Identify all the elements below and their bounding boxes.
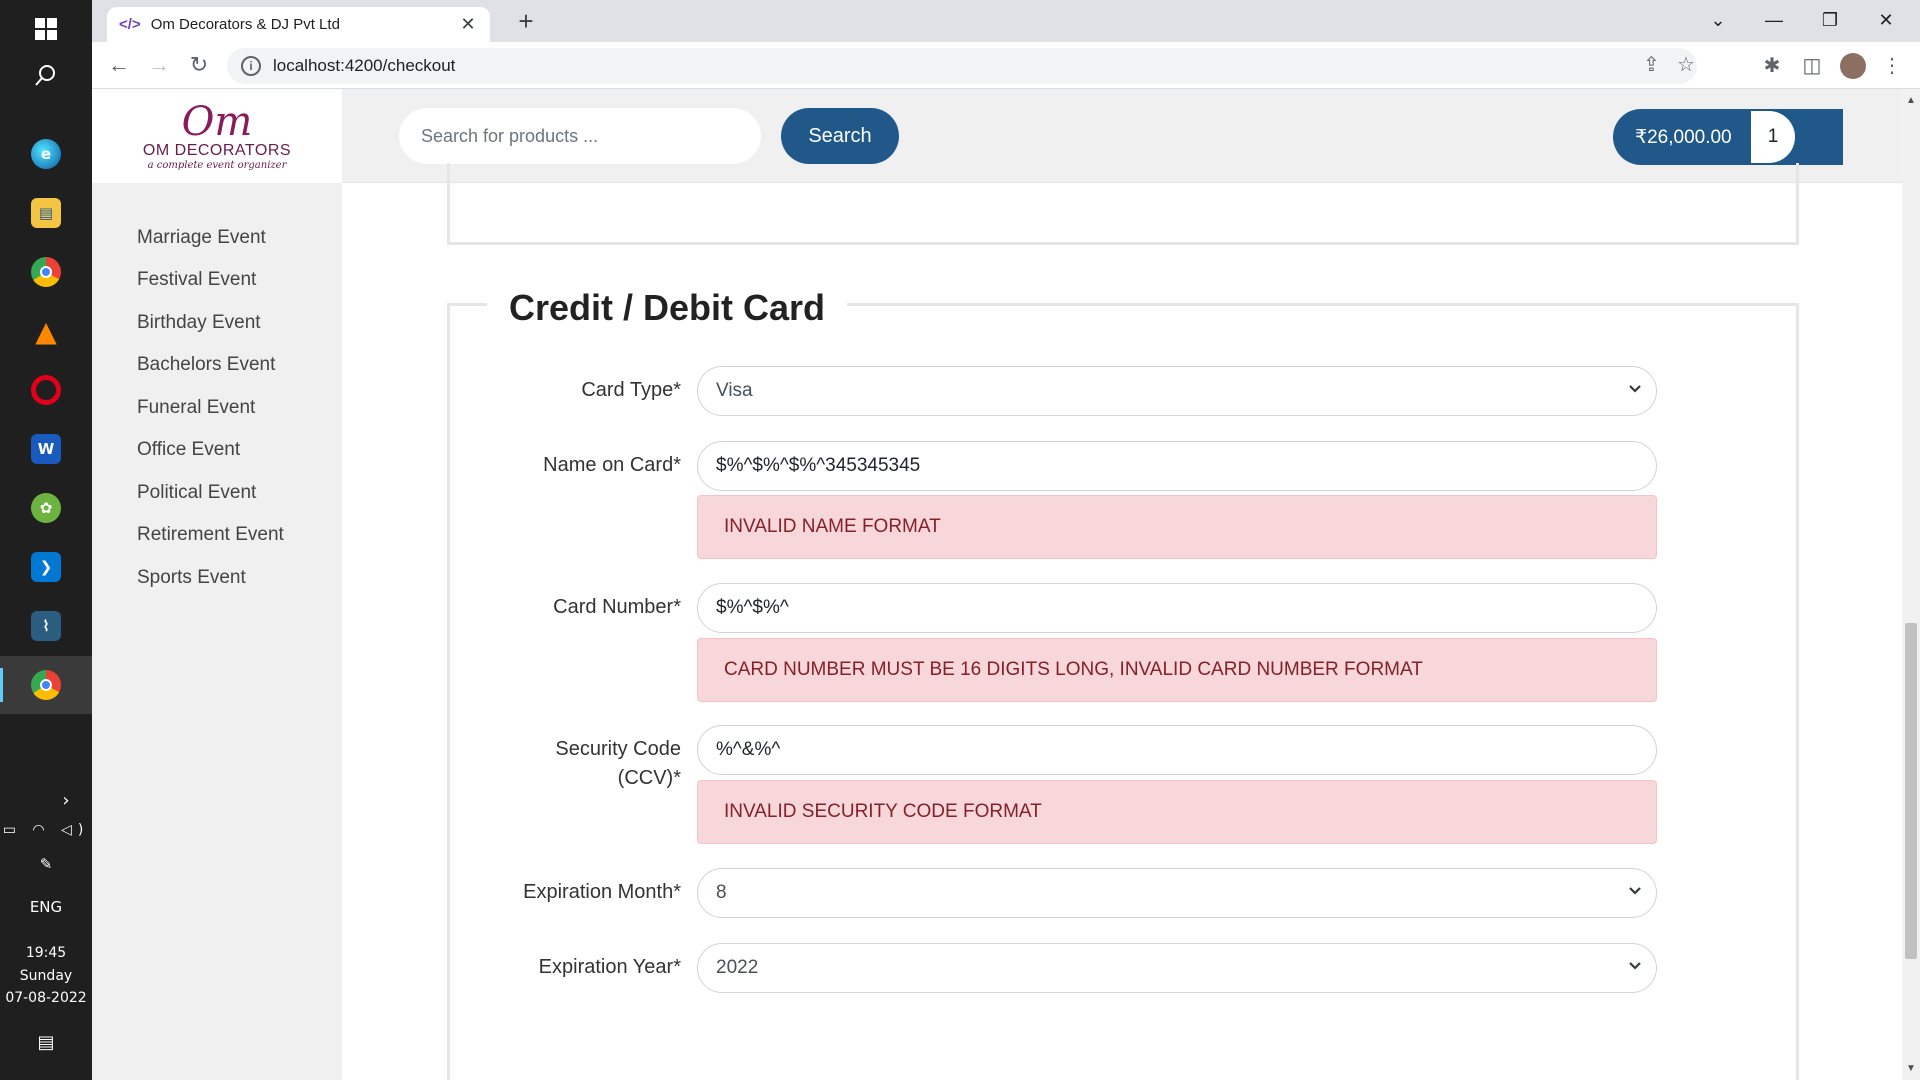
- sidebar-item-birthday-event[interactable]: Birthday Event: [137, 312, 261, 334]
- sidebar-item-marriage-event[interactable]: Marriage Event: [137, 227, 266, 249]
- expiration-month-select[interactable]: 8: [697, 868, 1657, 918]
- share-icon[interactable]: ⇪: [1643, 52, 1660, 77]
- name-on-card-input[interactable]: $%^$%^$%^345345345: [697, 441, 1657, 491]
- scroll-down-icon[interactable]: ▼: [1902, 1063, 1920, 1074]
- card-type-select[interactable]: Visa: [697, 366, 1657, 416]
- category-sidebar: Marriage Event Festival Event Birthday E…: [92, 183, 342, 1080]
- file-explorer-icon[interactable]: ▤: [0, 184, 92, 242]
- browser-chrome: </> Om Decorators & DJ Pvt Ltd ✕ + ⌄ — ❐…: [92, 0, 1920, 89]
- sidebar-item-bachelors-event[interactable]: Bachelors Event: [137, 354, 275, 376]
- sidebar-item-retirement-event[interactable]: Retirement Event: [137, 524, 284, 546]
- chevron-down-icon: [1629, 887, 1641, 895]
- new-tab-icon[interactable]: +: [510, 6, 542, 38]
- product-search-input[interactable]: Search for products ...: [399, 108, 761, 164]
- security-code-value: %^&%^: [716, 739, 781, 760]
- expiration-year-select[interactable]: 2022: [697, 943, 1657, 993]
- page-viewport: Om OM DECORATORS a complete event organi…: [92, 89, 1902, 1080]
- word-icon[interactable]: W: [0, 420, 92, 478]
- site-logo[interactable]: Om OM DECORATORS a complete event organi…: [92, 89, 342, 183]
- close-window-icon[interactable]: ✕: [1858, 0, 1914, 40]
- scroll-up-icon[interactable]: ▲: [1902, 95, 1920, 106]
- card-type-label: Card Type*: [581, 379, 681, 401]
- cart-summary[interactable]: ₹26,000.00 1: [1613, 109, 1887, 165]
- sidebar-item-office-event[interactable]: Office Event: [137, 439, 240, 461]
- language-indicator[interactable]: ENG: [0, 898, 92, 916]
- pen-icon[interactable]: ✎: [0, 855, 92, 873]
- extensions-icon[interactable]: ✱: [1756, 50, 1788, 82]
- card-number-label: Card Number*: [553, 596, 681, 618]
- name-on-card-value: $%^$%^$%^345345345: [716, 455, 921, 476]
- name-error-alert: INVALID NAME FORMAT: [697, 495, 1657, 559]
- tray-status-icons[interactable]: ▭ ◠ ◁): [0, 822, 92, 838]
- search-button[interactable]: Search: [781, 108, 899, 164]
- logo-tagline: a complete event organizer: [147, 159, 287, 171]
- address-bar[interactable]: i localhost:4200/checkout ⇪ ☆: [227, 48, 1697, 84]
- windows-taskbar: e ▤ ▲ W ✿ ❯ ⌇ › ▭ ◠ ◁) ✎ ENG 19:45 Sunda…: [0, 0, 92, 1080]
- chevron-down-icon: [1629, 962, 1641, 970]
- previous-fieldset-border: [447, 163, 1799, 245]
- site-info-icon[interactable]: i: [241, 56, 261, 76]
- chrome-icon[interactable]: [0, 243, 92, 301]
- security-code-error-alert: INVALID SECURITY CODE FORMAT: [697, 780, 1657, 844]
- logo-monogram-icon: Om: [181, 98, 253, 145]
- card-number-error-alert: CARD NUMBER MUST BE 16 DIGITS LONG, INVA…: [697, 638, 1657, 702]
- tab-strip: </> Om Decorators & DJ Pvt Ltd ✕ + ⌄ — ❐…: [92, 0, 1920, 42]
- security-code-label-suffix: (CCV)*: [617, 767, 681, 789]
- scrollbar-thumb[interactable]: [1905, 623, 1917, 959]
- cart-total: ₹26,000.00: [1613, 109, 1843, 165]
- show-hidden-icons-chevron-icon[interactable]: ›: [0, 790, 92, 811]
- sidebar-item-sports-event[interactable]: Sports Event: [137, 567, 246, 589]
- vscode-icon[interactable]: ❯: [0, 538, 92, 596]
- edge-icon[interactable]: e: [0, 125, 92, 183]
- security-code-input[interactable]: %^&%^: [697, 725, 1657, 775]
- tab-title: Om Decorators & DJ Pvt Ltd: [150, 16, 340, 33]
- sidebar-item-funeral-event[interactable]: Funeral Event: [137, 397, 255, 419]
- expiration-month-label: Expiration Month*: [523, 881, 681, 903]
- taskbar-search-icon[interactable]: [0, 46, 92, 104]
- browser-toolbar: ← → ↻ i localhost:4200/checkout ⇪ ☆ ✱ ◫ …: [92, 42, 1920, 89]
- page-scrollbar[interactable]: ▲ ▼: [1902, 89, 1920, 1080]
- search-placeholder: Search for products ...: [421, 125, 599, 146]
- expiration-year-label: Expiration Year*: [538, 956, 681, 978]
- card-number-value: $%^$%^: [716, 597, 789, 618]
- card-number-input[interactable]: $%^$%^: [697, 583, 1657, 633]
- sidebar-item-festival-event[interactable]: Festival Event: [137, 269, 256, 291]
- expiration-year-value: 2022: [716, 957, 759, 978]
- clock-day: Sunday: [19, 968, 73, 984]
- bookmark-star-icon[interactable]: ☆: [1677, 52, 1695, 77]
- chevron-down-icon: [1629, 385, 1641, 393]
- checkout-main: Credit / Debit Card Card Type* Visa Name…: [342, 163, 1902, 1080]
- chrome-profile-icon[interactable]: [0, 656, 92, 714]
- profile-avatar[interactable]: [1840, 53, 1866, 79]
- security-code-label: Security Code: [555, 738, 681, 760]
- spring-icon[interactable]: ✿: [0, 479, 92, 537]
- code-favicon-icon: </>: [119, 16, 141, 33]
- card-section-title: Credit / Debit Card: [487, 287, 848, 329]
- mysql-workbench-icon[interactable]: ⌇: [0, 597, 92, 655]
- forward-icon[interactable]: →: [143, 50, 175, 82]
- opera-icon[interactable]: [0, 361, 92, 419]
- clock-time[interactable]: 19:45: [0, 945, 92, 961]
- clock-date: 07-08-2022: [5, 990, 87, 1006]
- vlc-icon[interactable]: ▲: [0, 302, 92, 360]
- browser-tab-active[interactable]: </> Om Decorators & DJ Pvt Ltd ✕: [107, 7, 490, 42]
- reload-icon[interactable]: ↻: [183, 50, 215, 82]
- page-body: Marriage Event Festival Event Birthday E…: [92, 163, 1902, 1080]
- notifications-icon[interactable]: ▤: [0, 1032, 92, 1053]
- card-type-value: Visa: [716, 380, 753, 401]
- tab-search-chevron-icon[interactable]: ⌄: [1690, 0, 1746, 40]
- sidebar-item-political-event[interactable]: Political Event: [137, 482, 256, 504]
- expiration-month-value: 8: [716, 882, 727, 903]
- browser-menu-icon[interactable]: ⋮: [1876, 50, 1908, 82]
- tab-close-icon[interactable]: ✕: [458, 14, 478, 35]
- back-icon[interactable]: ←: [103, 50, 135, 82]
- restore-icon[interactable]: ❐: [1802, 0, 1858, 40]
- url-text: localhost:4200/checkout: [273, 56, 456, 75]
- name-on-card-label: Name on Card*: [543, 454, 681, 476]
- minimize-icon[interactable]: —: [1746, 0, 1802, 40]
- logo-text: OM DECORATORS: [142, 141, 292, 159]
- side-panel-icon[interactable]: ◫: [1796, 50, 1828, 82]
